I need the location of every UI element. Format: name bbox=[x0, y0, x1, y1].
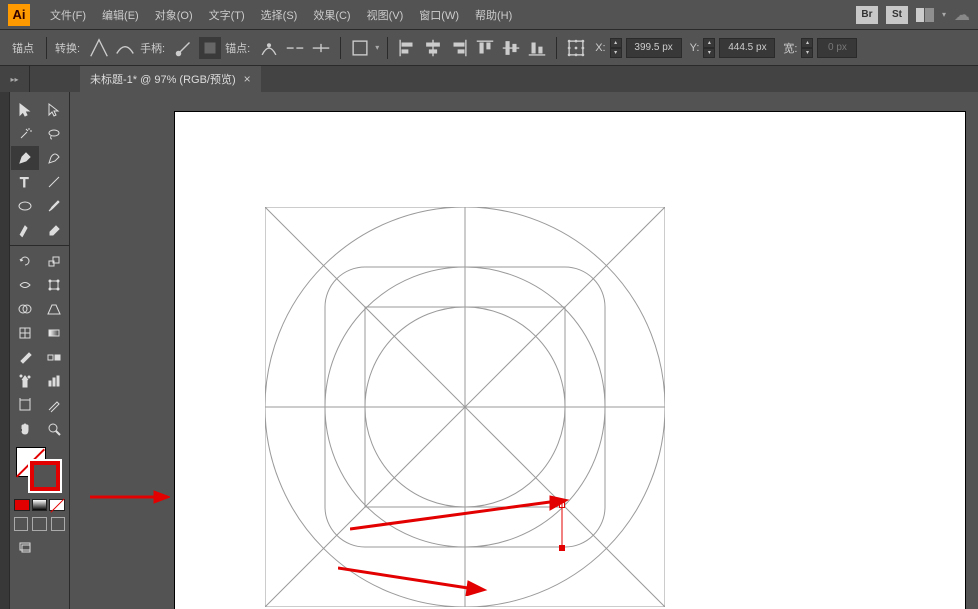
collapsed-dock[interactable] bbox=[0, 92, 10, 609]
slice-tool[interactable] bbox=[41, 393, 69, 417]
workspace-switcher-icon[interactable] bbox=[916, 8, 934, 22]
line-tool[interactable] bbox=[41, 170, 69, 194]
stock-icon[interactable]: St bbox=[886, 6, 908, 24]
direct-selection-tool[interactable] bbox=[41, 98, 69, 122]
paintbrush-tool[interactable] bbox=[41, 194, 69, 218]
rotate-tool[interactable] bbox=[11, 249, 39, 273]
document-tabbar: 未标题-1* @ 97% (RGB/预览) × bbox=[30, 66, 978, 92]
menu-select[interactable]: 选择(S) bbox=[253, 0, 306, 29]
handle-show-icon[interactable] bbox=[173, 37, 195, 59]
none-mode-swatch[interactable] bbox=[49, 499, 65, 511]
menu-effect[interactable]: 效果(C) bbox=[305, 0, 358, 29]
draw-inside-icon[interactable] bbox=[51, 517, 65, 531]
menu-bar: Ai 文件(F) 编辑(E) 对象(O) 文字(T) 选择(S) 效果(C) 视… bbox=[0, 0, 978, 30]
app-logo: Ai bbox=[8, 4, 30, 26]
isolate-icon[interactable] bbox=[349, 37, 371, 59]
document-tab[interactable]: 未标题-1* @ 97% (RGB/预览) × bbox=[80, 66, 261, 92]
chevron-down-icon[interactable]: ▾ bbox=[942, 10, 946, 19]
free-transform-tool[interactable] bbox=[41, 273, 69, 297]
align-hcenter-icon[interactable] bbox=[422, 37, 444, 59]
blend-tool[interactable] bbox=[41, 345, 69, 369]
zoom-tool[interactable] bbox=[41, 417, 69, 441]
align-bottom-icon[interactable] bbox=[526, 37, 548, 59]
symbol-sprayer-tool[interactable] bbox=[11, 369, 39, 393]
pen-tool[interactable] bbox=[11, 146, 39, 170]
x-input[interactable] bbox=[626, 38, 682, 58]
reference-point-icon[interactable] bbox=[565, 37, 587, 59]
screen-mode-icon[interactable] bbox=[11, 535, 39, 559]
control-bar: 锚点 转换: 手柄: 锚点: ▾ X: ▴▾ Y: ▴▾ 宽: ▴▾ bbox=[0, 30, 978, 66]
y-stepper[interactable]: ▴▾ bbox=[703, 38, 715, 58]
width-tool[interactable] bbox=[11, 273, 39, 297]
w-input[interactable] bbox=[817, 38, 857, 58]
convert-label: 转换: bbox=[55, 40, 80, 56]
handle-label: 手柄: bbox=[140, 40, 165, 56]
remove-anchor-icon[interactable] bbox=[258, 37, 280, 59]
menu-view[interactable]: 视图(V) bbox=[359, 0, 412, 29]
color-mode-swatch[interactable] bbox=[14, 499, 30, 511]
bridge-icon[interactable]: Br bbox=[856, 6, 878, 24]
sync-cloud-icon[interactable]: ☁ bbox=[954, 5, 970, 25]
graph-tool[interactable] bbox=[41, 369, 69, 393]
perspective-tool[interactable] bbox=[41, 297, 69, 321]
align-left-icon[interactable] bbox=[396, 37, 418, 59]
draw-behind-icon[interactable] bbox=[32, 517, 46, 531]
panel-toggle[interactable]: ▸▸ bbox=[0, 66, 30, 92]
handle-hide-icon[interactable] bbox=[199, 37, 221, 59]
toolbox: T bbox=[10, 92, 70, 609]
gradient-mode-swatch[interactable] bbox=[32, 499, 48, 511]
eraser-tool[interactable] bbox=[41, 218, 69, 242]
menu-object[interactable]: 对象(O) bbox=[147, 0, 201, 29]
gradient-tool[interactable] bbox=[41, 321, 69, 345]
canvas[interactable] bbox=[70, 92, 978, 609]
x-label: X: bbox=[595, 42, 605, 54]
menu-help[interactable]: 帮助(H) bbox=[467, 0, 520, 29]
y-input[interactable] bbox=[719, 38, 775, 58]
align-top-icon[interactable] bbox=[474, 37, 496, 59]
ellipse-tool[interactable] bbox=[11, 194, 39, 218]
y-label: Y: bbox=[690, 42, 700, 54]
eyedropper-tool[interactable] bbox=[11, 345, 39, 369]
convert-corner-icon[interactable] bbox=[88, 37, 110, 59]
shaper-tool[interactable] bbox=[11, 218, 39, 242]
tab-title: 未标题-1* @ 97% (RGB/预览) bbox=[90, 71, 236, 87]
connect-anchor-icon[interactable] bbox=[284, 37, 306, 59]
type-tool[interactable]: T bbox=[11, 170, 39, 194]
fill-stroke-swatch[interactable] bbox=[10, 441, 69, 497]
selection-tool[interactable] bbox=[11, 98, 39, 122]
curvature-tool[interactable] bbox=[41, 146, 69, 170]
lasso-tool[interactable] bbox=[41, 122, 69, 146]
menu-file[interactable]: 文件(F) bbox=[42, 0, 94, 29]
convert-smooth-icon[interactable] bbox=[114, 37, 136, 59]
svg-text:T: T bbox=[20, 174, 29, 190]
artboard-tool[interactable] bbox=[11, 393, 39, 417]
magic-wand-tool[interactable] bbox=[11, 122, 39, 146]
menubar-right: Br St ▾ ☁ bbox=[856, 5, 970, 25]
scale-tool[interactable] bbox=[41, 249, 69, 273]
anchor-label: 锚点 bbox=[12, 40, 34, 56]
artwork[interactable] bbox=[265, 207, 665, 607]
cut-anchor-icon[interactable] bbox=[310, 37, 332, 59]
hand-tool[interactable] bbox=[11, 417, 39, 441]
menu-edit[interactable]: 编辑(E) bbox=[94, 0, 147, 29]
menu-text[interactable]: 文字(T) bbox=[201, 0, 253, 29]
stroke-swatch[interactable] bbox=[30, 461, 60, 491]
w-label: 宽: bbox=[783, 40, 797, 56]
align-right-icon[interactable] bbox=[448, 37, 470, 59]
anchor2-label: 锚点: bbox=[225, 40, 250, 56]
draw-normal-icon[interactable] bbox=[14, 517, 28, 531]
tab-close-icon[interactable]: × bbox=[244, 72, 251, 86]
shape-builder-tool[interactable] bbox=[11, 297, 39, 321]
menu-window[interactable]: 窗口(W) bbox=[411, 0, 467, 29]
mesh-tool[interactable] bbox=[11, 321, 39, 345]
w-stepper[interactable]: ▴▾ bbox=[801, 38, 813, 58]
align-vcenter-icon[interactable] bbox=[500, 37, 522, 59]
x-stepper[interactable]: ▴▾ bbox=[610, 38, 622, 58]
